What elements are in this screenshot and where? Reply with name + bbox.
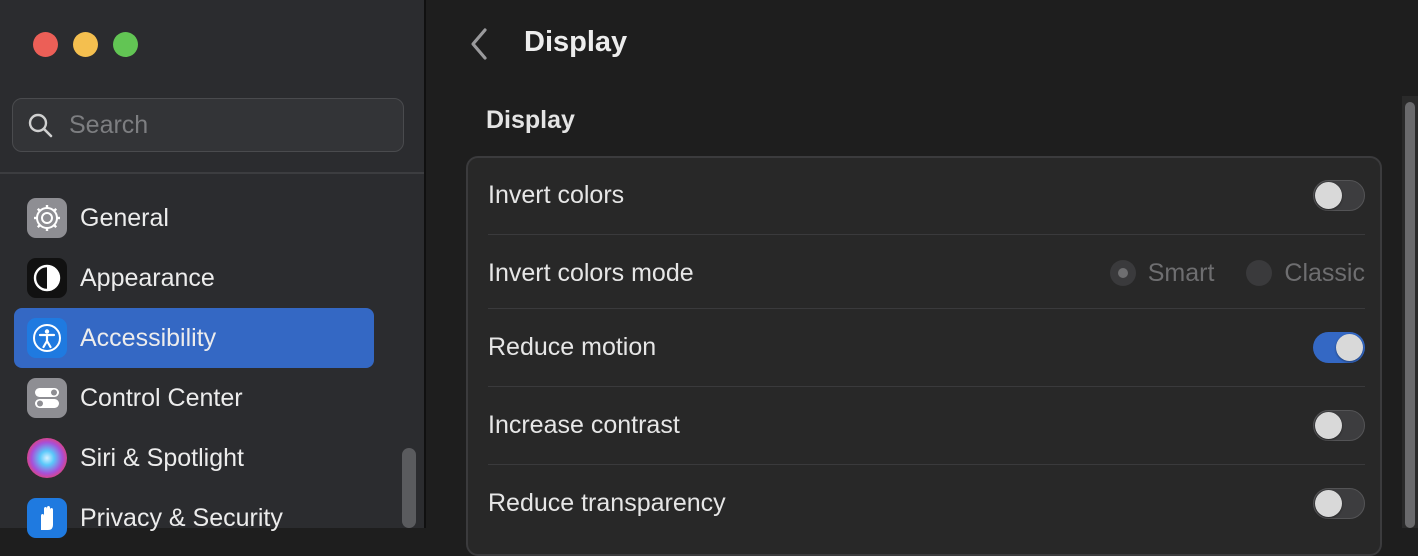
scrollbar-thumb[interactable] [1405, 102, 1415, 528]
siri-icon [27, 438, 67, 478]
settings-group: Invert colors Invert colors mode Smart C… [466, 156, 1382, 556]
gear-icon [27, 198, 67, 238]
setting-label: Increase contrast [488, 410, 680, 439]
row-divider [488, 234, 1365, 235]
control-center-icon [27, 378, 67, 418]
setting-row-reduce-transparency: Reduce transparency [488, 484, 1365, 522]
sidebar-item-label: General [80, 203, 169, 232]
radio-button [1109, 260, 1136, 286]
toggle-knob [1315, 181, 1342, 209]
toggle-knob [1315, 489, 1342, 517]
sidebar-item-label: Siri & Spotlight [80, 443, 244, 472]
sidebar: General Appearance Accessibility [0, 0, 426, 538]
chevron-left-icon [471, 28, 487, 60]
radio-button [1246, 260, 1273, 286]
accessibility-icon [27, 318, 67, 358]
sidebar-item-label: Accessibility [80, 323, 217, 352]
setting-label: Reduce transparency [488, 488, 726, 517]
zoom-window-button[interactable] [113, 32, 138, 57]
sidebar-item-label: Control Center [80, 383, 243, 412]
sidebar-item-control-center[interactable]: Control Center [14, 368, 374, 428]
setting-row-reduce-motion: Reduce motion [488, 328, 1365, 366]
back-button[interactable] [464, 26, 494, 62]
reduce-motion-toggle[interactable] [1313, 331, 1365, 363]
radio-classic[interactable]: Classic [1246, 259, 1365, 288]
main-scrollbar[interactable] [1402, 96, 1418, 528]
sidebar-item-privacy-security[interactable]: Privacy & Security [14, 488, 374, 548]
window-controls [33, 32, 138, 57]
row-divider [488, 308, 1365, 309]
setting-label: Reduce motion [488, 332, 657, 361]
setting-label: Invert colors [488, 180, 625, 209]
radio-selected-dot [1117, 268, 1128, 278]
radio-label: Smart [1147, 258, 1215, 287]
search-icon [28, 113, 53, 138]
sidebar-scrollbar[interactable] [402, 448, 416, 528]
invert-colors-toggle[interactable] [1313, 179, 1365, 211]
section-title: Display [486, 106, 575, 134]
close-window-button[interactable] [33, 32, 58, 57]
sidebar-divider [0, 172, 424, 174]
minimize-window-button[interactable] [73, 32, 98, 57]
row-divider [488, 386, 1365, 387]
sidebar-nav: General Appearance Accessibility Control… [14, 188, 374, 548]
increase-contrast-toggle[interactable] [1313, 409, 1365, 441]
sidebar-item-accessibility[interactable]: Accessibility [14, 308, 374, 368]
sidebar-item-label: Appearance [80, 263, 215, 292]
reduce-transparency-toggle[interactable] [1313, 487, 1365, 519]
radio-smart[interactable]: Smart [1109, 258, 1215, 288]
main-pane: Display Display Invert colors Invert col… [426, 0, 1418, 556]
sidebar-item-siri-spotlight[interactable]: Siri & Spotlight [14, 428, 374, 488]
sidebar-item-general[interactable]: General [14, 188, 374, 248]
setting-row-invert-colors-mode: Invert colors mode Smart Classic [488, 254, 1365, 292]
sidebar-item-appearance[interactable]: Appearance [14, 248, 374, 308]
setting-row-increase-contrast: Increase contrast [488, 406, 1365, 444]
setting-label: Invert colors mode [488, 258, 694, 287]
invert-mode-radio-group: Smart Classic [1109, 258, 1365, 288]
search-field[interactable] [12, 98, 404, 152]
setting-row-invert-colors: Invert colors [488, 176, 1365, 214]
toggle-knob [1315, 411, 1342, 439]
search-input[interactable] [67, 109, 391, 141]
row-divider [488, 464, 1365, 465]
radio-label: Classic [1284, 258, 1365, 287]
toggle-knob [1336, 333, 1363, 361]
appearance-icon [27, 258, 67, 298]
hand-icon [27, 498, 67, 538]
sidebar-item-label: Privacy & Security [80, 503, 283, 532]
page-title: Display [524, 26, 628, 58]
